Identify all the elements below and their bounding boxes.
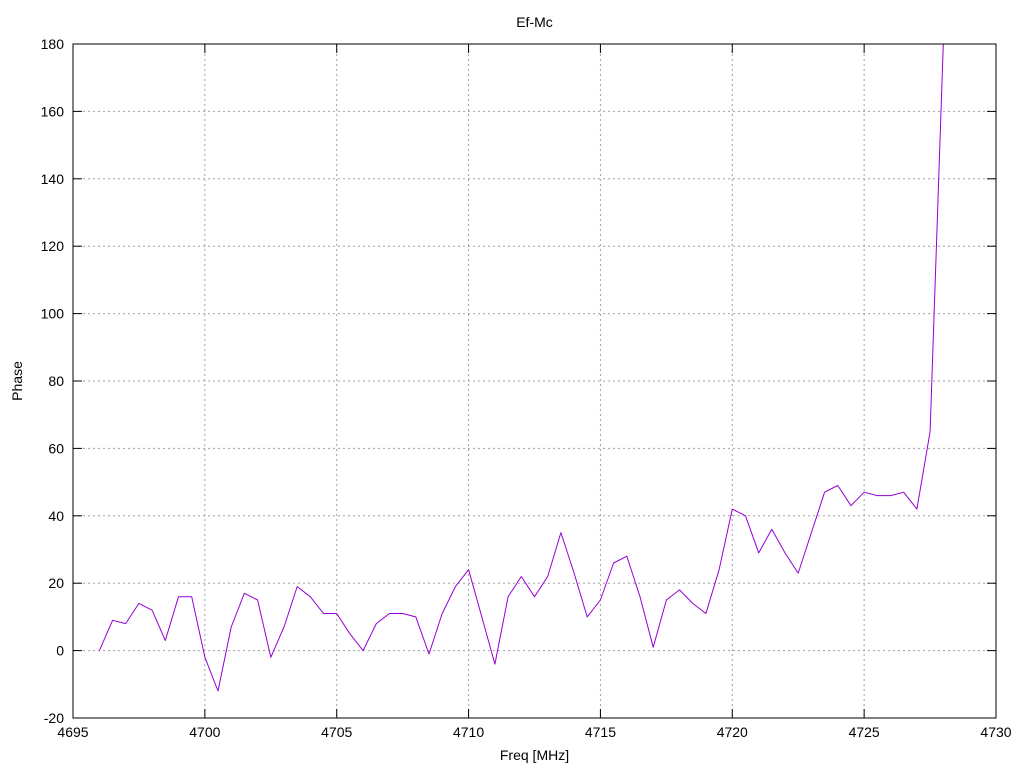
y-tick-label: 40 [48,508,64,524]
y-tick-label: 60 [48,440,64,456]
x-tick-label: 4710 [453,724,484,740]
x-tick-label: 4700 [189,724,220,740]
series-line-0 [98,44,944,692]
series-layer [98,44,944,692]
x-tick-label: 4695 [57,724,88,740]
x-tick-label: 4715 [585,724,616,740]
ticks: 4695 4700 4705 4710 4715 4720 4725 4730 -20 0 20 40… [41,36,1012,740]
x-tick-label: 4730 [980,724,1011,740]
x-tick-label: 4725 [849,724,880,740]
y-tick-label: 0 [56,643,64,659]
y-axis-label: Phase [9,361,25,401]
y-tick-label: 120 [41,238,65,254]
y-tick-label: 80 [48,373,64,389]
x-tick-label: 4720 [717,724,748,740]
y-tick-label: 180 [41,36,65,52]
y-tick-label: 160 [41,103,65,119]
x-tick-label: 4705 [321,724,352,740]
y-tick-label: -20 [44,710,64,726]
y-tick-label: 140 [41,171,65,187]
grid [73,44,996,718]
line-chart: 4695 4700 4705 4710 4715 4720 4725 4730 -20 0 20 40… [9,14,1012,763]
chart-title: Ef-Mc [516,14,553,30]
y-tick-label: 100 [41,306,65,322]
x-axis-label: Freq [MHz] [500,747,569,763]
y-tick-label: 20 [48,575,64,591]
